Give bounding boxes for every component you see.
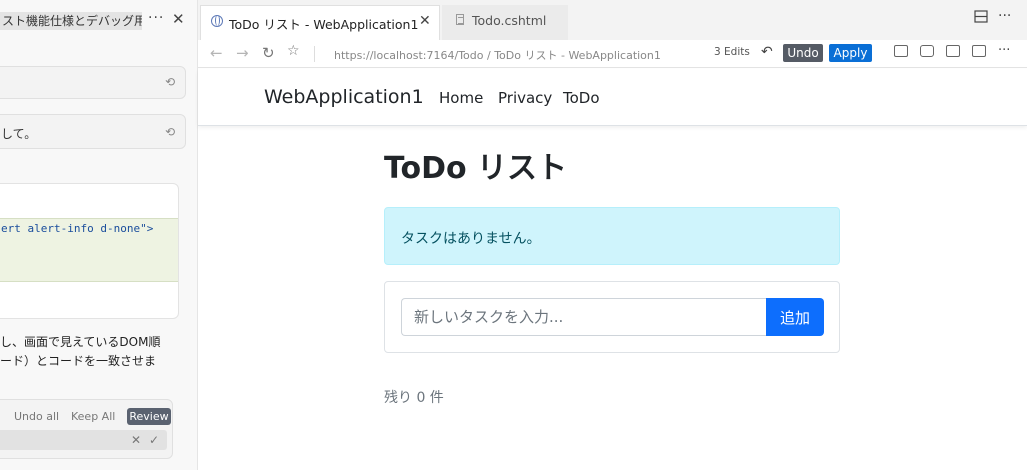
layout-icon[interactable] [974, 10, 988, 27]
undo-icon[interactable]: ↶ [761, 44, 773, 60]
accept-icon[interactable]: ✓ [149, 433, 159, 447]
back-icon[interactable]: ← [210, 44, 223, 62]
nav-privacy[interactable]: Privacy [498, 89, 552, 107]
empty-alert: タスクはありません。 [384, 207, 840, 265]
web-page: WebApplication1 Home Privacy ToDo ToDo リ… [198, 69, 1027, 470]
favorite-icon[interactable]: ☆ [287, 43, 300, 59]
file-icon [456, 14, 464, 25]
apply-button[interactable]: Apply [829, 44, 872, 62]
address-bar: ← → ↻ ☆ https://localhost:7164/Todo / To… [198, 40, 1027, 68]
code-diff-added: ert alert-info d-none"> [0, 218, 178, 282]
more-icon[interactable]: ··· [998, 43, 1010, 58]
close-icon[interactable]: ✕ [172, 10, 185, 28]
url-field[interactable]: https://localhost:7164/Todo / ToDo リスト -… [334, 47, 661, 63]
panel-icon[interactable] [972, 45, 986, 57]
nav-todo[interactable]: ToDo [563, 89, 600, 107]
reject-icon[interactable]: ✕ [131, 433, 141, 447]
reply-text: し、画面で見えているDOM順 [0, 335, 161, 349]
close-tab-icon[interactable]: ✕ [419, 13, 431, 29]
chat-title[interactable]: スト機能仕様とデバッグ用 [0, 12, 142, 30]
keep-all-button[interactable]: Keep All [71, 410, 115, 423]
alert-text: タスクはありません。 [401, 231, 541, 247]
page-title: ToDo リスト [384, 151, 568, 186]
site-brand[interactable]: WebApplication1 [264, 86, 424, 108]
tab-label: ToDo リスト - WebApplication1 [229, 17, 419, 32]
tab-strip: ToDo リスト - WebApplication1 ✕ Todo.cshtml… [198, 0, 1027, 40]
console-icon[interactable] [946, 45, 960, 57]
add-task-button[interactable]: 追加 [766, 298, 824, 336]
tab-label: Todo.cshtml [472, 13, 547, 28]
remaining-count: 残り 0 件 [384, 390, 444, 406]
task-form-card: 追加 [384, 281, 840, 353]
more-icon[interactable]: ··· [998, 8, 1011, 24]
separator [314, 46, 315, 62]
chat-message: ⟲ [0, 66, 186, 99]
edits-count: 3 Edits [714, 46, 750, 58]
globe-icon [211, 15, 223, 27]
undo-all-button[interactable]: Undo all [14, 410, 59, 423]
tab-todo-page[interactable]: ToDo リスト - WebApplication1 ✕ [200, 5, 440, 40]
review-panel: Undo all Keep All Review ✕ ✓ [0, 399, 173, 459]
reload-icon[interactable]: ↻ [262, 44, 275, 62]
review-actions: Undo all Keep All Review [0, 408, 174, 426]
chat-pane: スト機能仕様とデバッグ用 ··· ✕ ⟲ して。 ⟲ ert alert-inf… [0, 0, 198, 470]
undo-button[interactable]: Undo [783, 44, 823, 62]
nav-home[interactable]: Home [439, 89, 483, 107]
task-input[interactable] [401, 298, 766, 336]
message-text: して。 [1, 127, 37, 141]
more-icon[interactable]: ··· [148, 10, 164, 26]
site-navbar: WebApplication1 Home Privacy ToDo [198, 69, 1027, 126]
undo-icon[interactable]: ⟲ [165, 75, 175, 89]
tab-todo-cshtml[interactable]: Todo.cshtml [442, 5, 568, 40]
screen: スト機能仕様とデバッグ用 ··· ✕ ⟲ して。 ⟲ ert alert-inf… [0, 0, 1027, 470]
reply-text: ード）とコードを一致させま [0, 354, 157, 368]
changed-file-row[interactable]: ✕ ✓ [0, 430, 167, 450]
code-line: ert alert-info d-none"> [1, 222, 154, 235]
chat-message: して。 ⟲ [0, 114, 186, 149]
code-block: ert alert-info d-none"> [0, 183, 179, 319]
undo-icon[interactable]: ⟲ [165, 125, 175, 139]
screenshot-icon[interactable] [920, 45, 934, 57]
inspect-icon[interactable] [894, 45, 908, 57]
review-button[interactable]: Review [127, 408, 171, 425]
forward-icon[interactable]: → [236, 44, 249, 62]
